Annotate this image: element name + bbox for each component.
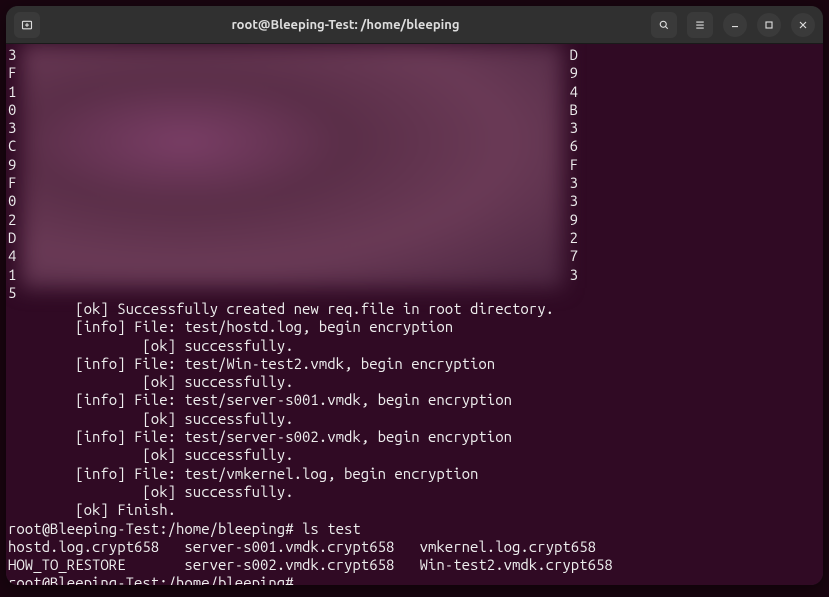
hex-left-column: 3 F 1 0 3 C 9 F 0 2 D 4 1 5 [8,46,16,302]
hex-char: 4 [570,83,578,101]
output-line: [info] File: test/Win-test2.vmdk, begin … [8,355,495,372]
titlebar: root@Bleeping-Test: /home/bleeping [6,6,823,44]
output-line: [info] File: test/hostd.log, begin encry… [8,318,453,335]
hex-char: 6 [570,137,578,155]
hex-char: F [570,156,578,174]
hex-char: 0 [8,192,16,210]
hex-char: 9 [8,156,16,174]
output-line: [ok] successfully. [8,483,294,500]
prompt-line: root@Bleeping-Test:/home/bleeping# [8,574,294,585]
hex-char: 2 [570,229,578,247]
hex-char: 2 [8,211,16,229]
hex-char: F [8,174,16,192]
prompt-line: root@Bleeping-Test:/home/bleeping# ls te… [8,520,361,537]
hex-char: D [8,229,16,247]
redacted-output: 3 F 1 0 3 C 9 F 0 2 D 4 1 5 D 9 [6,44,576,288]
hex-char: 3 [8,119,16,137]
close-button[interactable] [791,13,815,37]
hex-char: 3 [570,192,578,210]
output-line: [info] File: test/server-s002.vmdk, begi… [8,428,512,445]
hex-char: 3 [570,266,578,284]
output-line: [ok] successfully. [8,446,294,463]
maximize-button[interactable] [757,13,781,37]
hex-char: 1 [8,266,16,284]
output-line: [ok] successfully. [8,373,294,390]
hex-char: 9 [570,211,578,229]
output-line: [ok] Successfully created new req.file i… [8,300,554,317]
terminal-window: root@Bleeping-Test: /home/bleeping [6,6,823,585]
minimize-button[interactable] [723,13,747,37]
hex-right-column: D 9 4 B 3 6 F 3 3 9 2 7 3 [570,46,578,302]
output-line: HOW_TO_RESTORE server-s002.vmdk.crypt658… [8,556,613,573]
hex-char: B [570,101,578,119]
hex-char: 7 [570,247,578,265]
hex-char: 3 [570,174,578,192]
hex-char: 1 [8,83,16,101]
output-line: [ok] successfully. [8,410,294,427]
search-button[interactable] [651,12,677,38]
output-line: [info] File: test/vmkernel.log, begin en… [8,465,478,482]
output-line: [ok] successfully. [8,337,294,354]
window-title: root@Bleeping-Test: /home/bleeping [48,18,643,32]
output-line: hostd.log.crypt658 server-s001.vmdk.cryp… [8,538,596,555]
hex-char: 4 [8,247,16,265]
terminal-body[interactable]: 3 F 1 0 3 C 9 F 0 2 D 4 1 5 D 9 [6,44,823,585]
output-line: [info] File: test/server-s001.vmdk, begi… [8,391,512,408]
hex-char: C [8,137,16,155]
new-tab-button[interactable] [14,12,40,38]
hex-char: 9 [570,64,578,82]
hex-char: F [8,64,16,82]
hex-char: 3 [570,119,578,137]
hex-char: 0 [8,101,16,119]
hex-char: D [570,46,578,64]
output-line: [ok] Finish. [8,501,176,518]
hex-char: 3 [8,46,16,64]
menu-button[interactable] [687,12,713,38]
terminal-output: [ok] Successfully created new req.file i… [8,300,821,585]
